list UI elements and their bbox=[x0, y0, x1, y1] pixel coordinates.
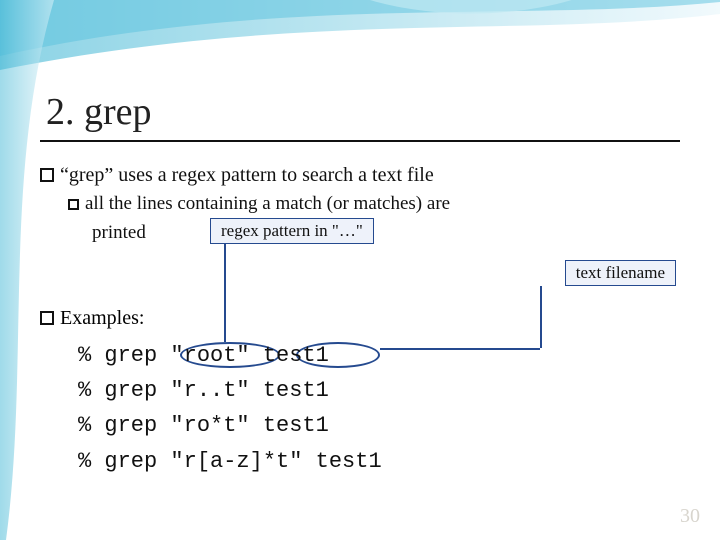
bullet2-cont: printed bbox=[92, 219, 680, 248]
bullet2-text: all the lines containing a match (or mat… bbox=[85, 193, 450, 214]
bullet-square-icon bbox=[40, 168, 54, 182]
code-line: % grep "r..t" test1 bbox=[78, 373, 680, 408]
slide-title: 2. grep bbox=[40, 90, 680, 134]
bullet-level2: all the lines containing a match (or mat… bbox=[68, 190, 680, 219]
bullet1-text: “grep” uses a regex pattern to search a … bbox=[60, 164, 434, 186]
title-divider bbox=[40, 140, 680, 142]
code-line: % grep "r[a-z]*t" test1 bbox=[78, 444, 680, 479]
bullet-square-icon bbox=[68, 199, 79, 210]
page-number: 30 bbox=[680, 505, 700, 528]
code-block: % grep "root" test1 % grep "r..t" test1 … bbox=[78, 338, 680, 479]
examples-heading: Examples: bbox=[40, 307, 680, 330]
code-line: % grep "root" test1 bbox=[78, 338, 680, 373]
bullet-square-icon bbox=[40, 311, 54, 325]
code-line: % grep "ro*t" test1 bbox=[78, 408, 680, 443]
bullet-level1: “grep” uses a regex pattern to search a … bbox=[40, 160, 680, 190]
